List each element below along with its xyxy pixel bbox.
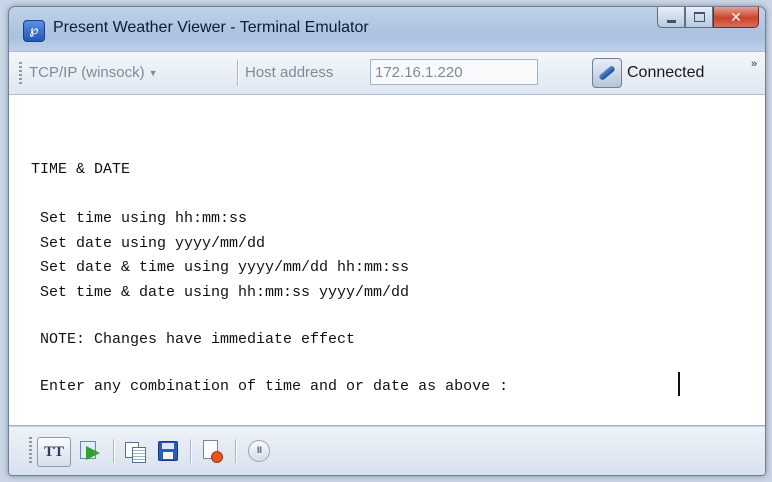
bottom-toolbar: TT II [9, 427, 765, 475]
connection-toolbar: TCP/IP (winsock)▼ Host address Connected… [9, 51, 765, 95]
toolbar-separator [237, 60, 239, 86]
send-arrow-icon [80, 441, 102, 461]
text-mode-button[interactable]: TT [37, 437, 71, 467]
toolbar-overflow-button[interactable]: » [751, 58, 757, 70]
pause-button[interactable]: II [245, 437, 273, 465]
save-icon [158, 441, 178, 461]
minimize-icon [666, 19, 676, 23]
terminal-line: TIME & DATE [31, 161, 131, 178]
copy-icon [124, 441, 146, 463]
text-cursor [678, 372, 680, 396]
toolbar-grip[interactable] [19, 62, 22, 84]
terminal-prompt-line: Enter any combination of time and or dat… [31, 378, 509, 395]
terminal-line: NOTE: Changes have immediate effect [31, 331, 356, 348]
connect-icon[interactable] [592, 58, 622, 88]
maximize-icon [693, 12, 705, 22]
record-icon [202, 440, 224, 463]
caption-buttons: ✕ [657, 7, 759, 29]
minimize-button[interactable] [657, 7, 685, 28]
host-address-label: Host address [245, 64, 334, 81]
window-title: Present Weather Viewer - Terminal Emulat… [53, 19, 369, 36]
send-button[interactable] [77, 437, 105, 465]
toolbar-separator [235, 439, 237, 463]
pause-icon: II [248, 440, 270, 462]
protocol-dropdown[interactable]: TCP/IP (winsock) ▼ [29, 64, 158, 81]
host-address-input[interactable] [370, 59, 538, 85]
terminal-line: Set date using yyyy/mm/dd [31, 235, 266, 252]
copy-button[interactable] [121, 437, 149, 465]
record-button[interactable] [199, 437, 227, 465]
terminal-screen[interactable]: TIME & DATE Set time using hh:mm:ss Set … [9, 95, 765, 426]
toolbar-separator [190, 439, 192, 463]
toolbar-grip[interactable] [29, 437, 32, 465]
close-button[interactable]: ✕ [713, 7, 759, 28]
close-icon: ✕ [730, 8, 742, 25]
connection-status: Connected [627, 64, 705, 81]
terminal-line: Set date & time using yyyy/mm/dd hh:mm:s… [31, 259, 410, 276]
chevron-down-icon: ▼ [148, 68, 158, 79]
maximize-button[interactable] [685, 7, 713, 28]
app-logo-icon[interactable]: ℘ [23, 20, 45, 42]
title-bar[interactable]: ℘ Present Weather Viewer - Terminal Emul… [9, 7, 765, 49]
terminal-line: Set time & date using hh:mm:ss yyyy/mm/d… [31, 284, 410, 301]
terminal-line: Set time using hh:mm:ss [31, 210, 248, 227]
save-button[interactable] [154, 437, 182, 465]
protocol-label: TCP/IP (winsock) [29, 64, 145, 81]
toolbar-separator [113, 439, 115, 463]
terminal-window: ℘ Present Weather Viewer - Terminal Emul… [8, 6, 766, 476]
